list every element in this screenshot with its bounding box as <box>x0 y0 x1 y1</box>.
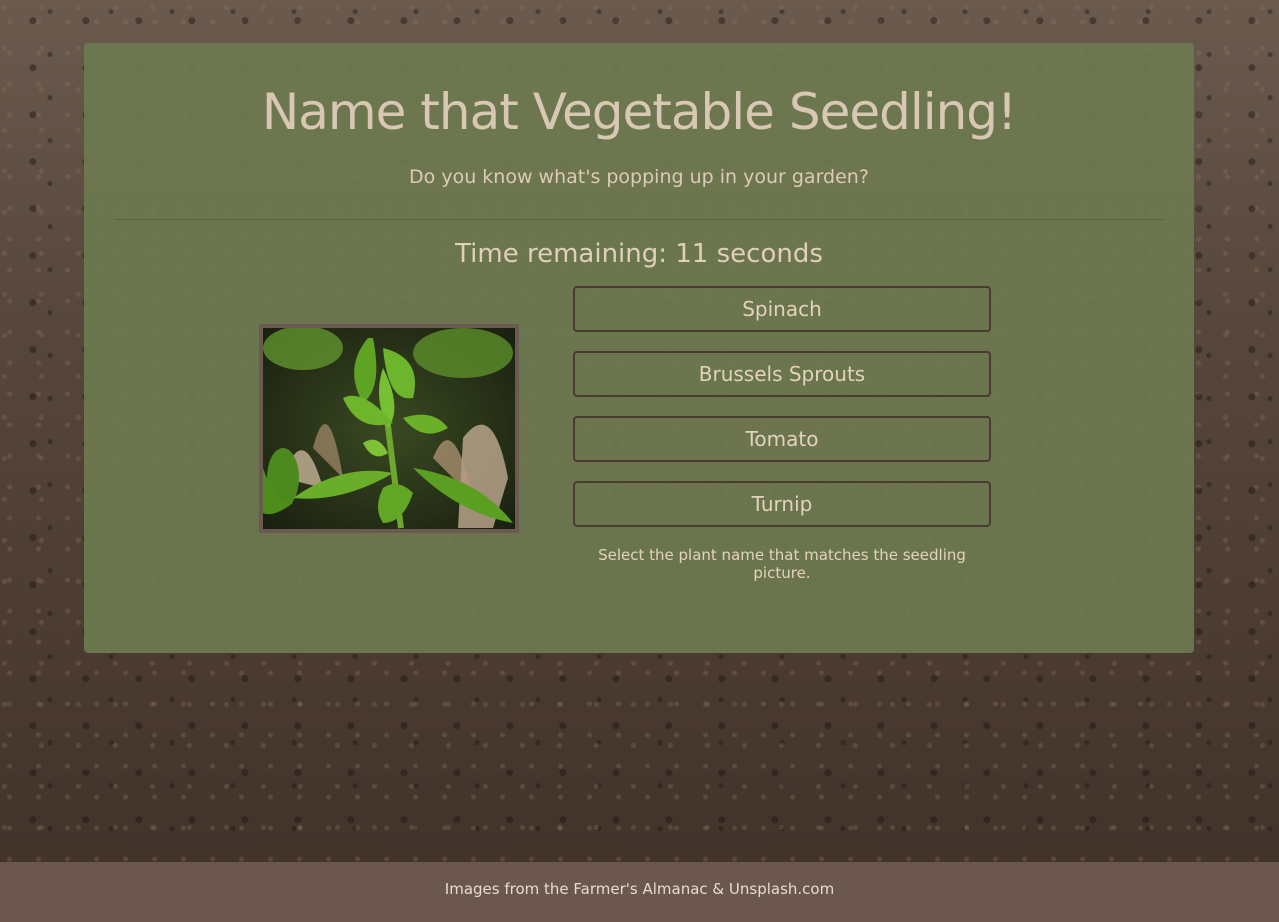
seedling-image <box>259 324 519 533</box>
header-divider <box>114 219 1164 220</box>
answer-button-spinach[interactable]: Spinach <box>573 286 991 332</box>
page-title: Name that Vegetable Seedling! <box>261 83 1017 141</box>
seedling-photo <box>263 328 515 529</box>
page-subtitle: Do you know what's popping up in your ga… <box>409 166 869 188</box>
answer-button-brussels-sprouts[interactable]: Brussels Sprouts <box>573 351 991 397</box>
game-panel: Name that Vegetable Seedling! Do you kno… <box>84 43 1194 653</box>
answer-button-turnip[interactable]: Turnip <box>573 481 991 527</box>
footer: Images from the Farmer's Almanac & Unspl… <box>0 862 1279 922</box>
answer-button-tomato[interactable]: Tomato <box>573 416 991 462</box>
timer-text: Time remaining: 11 seconds <box>455 239 823 269</box>
instruction-text: Select the plant name that matches the s… <box>598 546 966 582</box>
footer-credit: Images from the Farmer's Almanac & Unspl… <box>444 880 835 898</box>
